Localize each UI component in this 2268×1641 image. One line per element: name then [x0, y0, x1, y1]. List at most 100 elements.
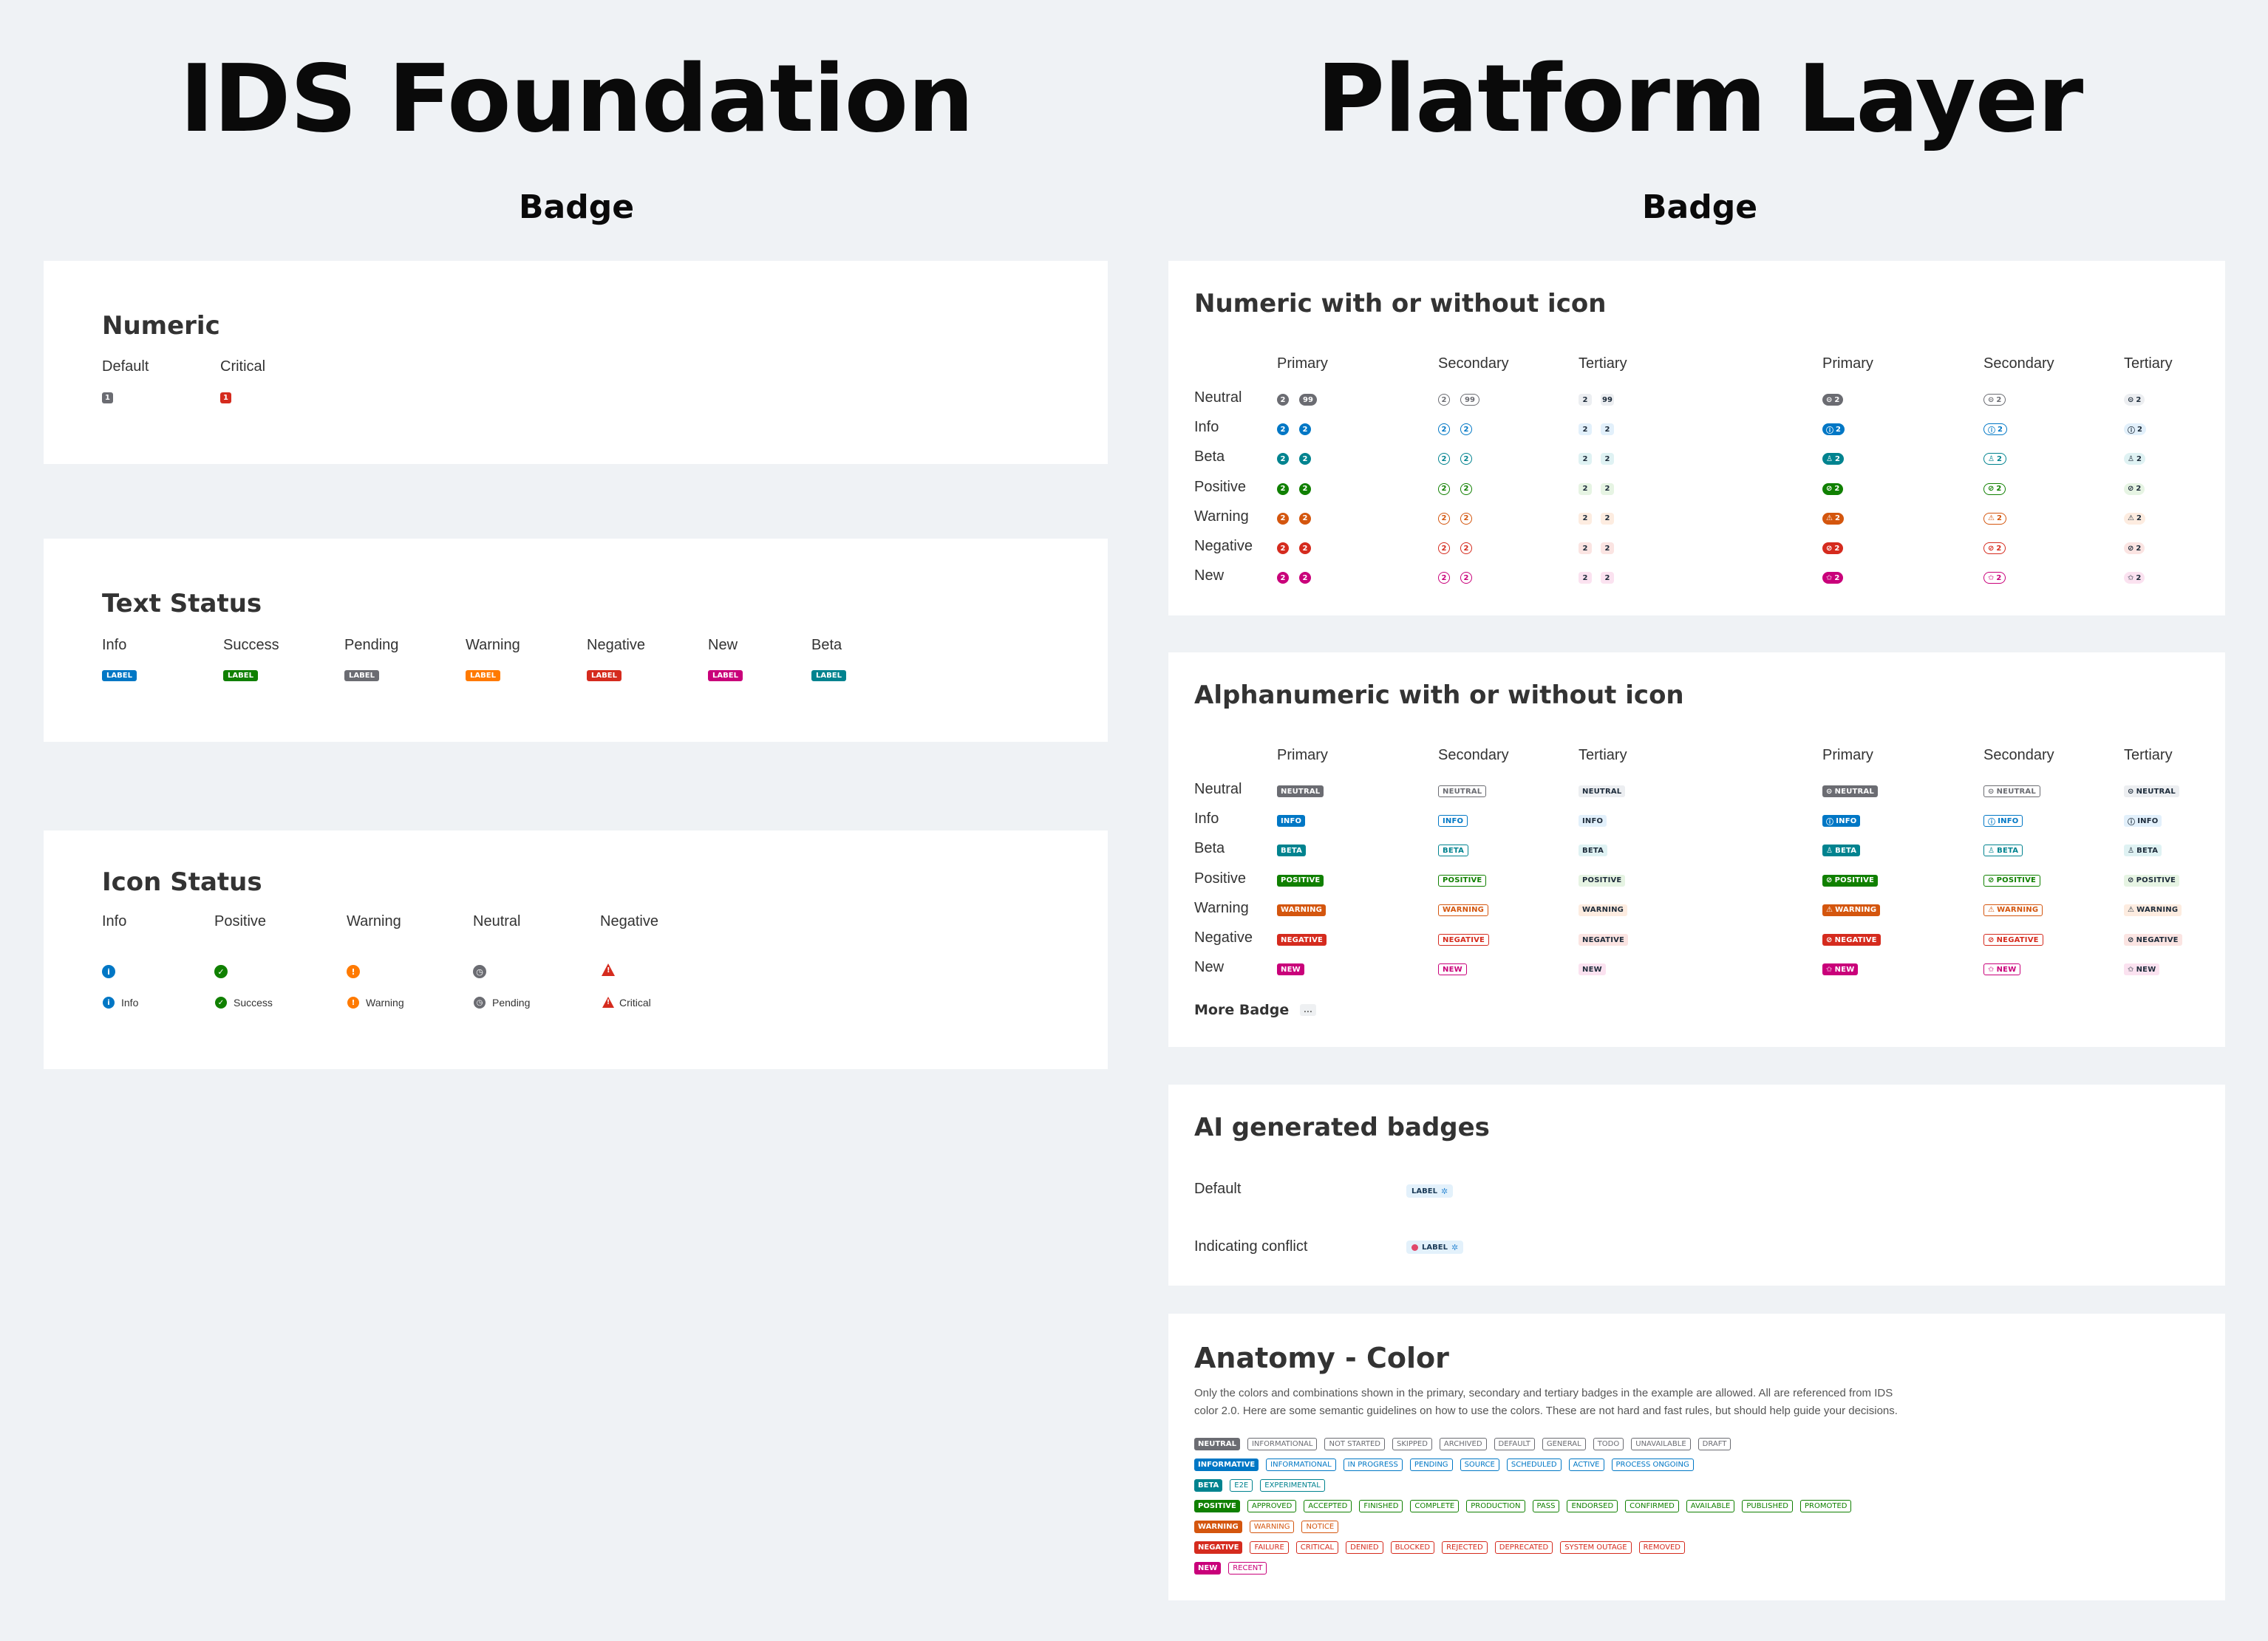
alpha-beta-tertiary-icon-badge-text: BETA [2136, 846, 2159, 855]
positive-icon: ⊘ [1988, 876, 1995, 885]
warning-icon: ⚠ [1988, 514, 1995, 523]
numeric-negative-secondary-badge-2: 2 [1460, 542, 1472, 554]
numeric-warning-secondary-icon-badge-value: 2 [1996, 514, 2002, 523]
more-badge-label: More Badge [1194, 1002, 1290, 1018]
negative-icon: ⊘ [1988, 935, 1995, 944]
numeric-neutral-primary-icon-badge-value: 2 [1834, 395, 1840, 404]
anatomy-info-primary-tag: INFORMATIVE [1194, 1459, 1259, 1471]
anatomy-row-negative: NEGATIVE FAILURE CRITICAL DENIED BLOCKED REJE… [1194, 1541, 1686, 1554]
negative-icon: ⊘ [1826, 544, 1833, 553]
text-status-warning-label: Warning [466, 637, 520, 653]
text-status-pending-label: Pending [344, 637, 399, 653]
exclamation-mark: ! [607, 999, 610, 1006]
numeric-info-primary-badge: 2 [1277, 423, 1289, 436]
anatomy-negative-tag: REMOVED [1638, 1541, 1686, 1554]
numeric-warning-secondary-icon-badge: ⚠ 2 [1983, 512, 2006, 525]
numeric-info-secondary-icon-badge: ⓘ 2 [1983, 423, 2007, 436]
numeric-positive-secondary-icon-badge: ⊘ 2 [1983, 482, 2006, 495]
anatomy-neutral-tag: UNAVAILABLE [1631, 1438, 1691, 1450]
anatomy-description-line-1: Only the colors and combinations shown i… [1194, 1387, 1893, 1399]
text-status-new-badge: LABEL [708, 670, 743, 681]
check-icon: ✓ [215, 997, 227, 1009]
anatomy-row-beta: BETA E2E EXPERIMENTAL [1194, 1479, 1325, 1492]
numeric-neutral-tertiary-icon-badge-value: 2 [2136, 395, 2142, 404]
alpha-info-secondary-icon-badge-text: INFO [1998, 816, 2019, 825]
numeric-new-primary-icon-badge: ✩ 2 [1822, 572, 1844, 584]
alpha-warning-secondary-icon-badge: ⚠ WARNING [1983, 904, 2043, 916]
anatomy-positive-tag: PRODUCTION [1466, 1500, 1525, 1512]
numeric-default-badge: 1 [102, 392, 113, 403]
new-icon: ✩ [1826, 965, 1833, 974]
numeric-beta-primary-badge-2: 2 [1299, 453, 1311, 465]
text-status-title: Text Status [102, 589, 262, 618]
numeric-row-neutral: Neutral [1194, 389, 1242, 406]
numeric-row-positive: Positive [1194, 478, 1247, 495]
numeric-info-tertiary-badge: 2 [1579, 423, 1592, 436]
alpha-positive-secondary-icon-badge-text: POSITIVE [1996, 876, 2037, 885]
anatomy-row-info: INFORMATIVE INFORMATIONAL IN PROGRESS PENDI… [1194, 1459, 1694, 1471]
alpha-new-primary-icon-badge: ✩ NEW [1822, 963, 1859, 976]
alphanumeric-row-beta: Beta [1194, 840, 1225, 857]
numeric-positive-secondary-badge: 2 [1438, 482, 1450, 495]
anatomy-positive-tag: APPROVED [1247, 1500, 1297, 1512]
icon-status-card: Icon Status Info i i Info Positive ✓ ✓ Success W… [44, 830, 1108, 1069]
numeric-negative-tertiary-icon-badge-value: 2 [2136, 544, 2142, 553]
alpha-neutral-secondary-icon-badge: ⊝ NEUTRAL [1983, 785, 2040, 797]
beta-icon: ♙ [1988, 454, 1995, 463]
alpha-neutral-tertiary-icon-badge-text: NEUTRAL [2136, 787, 2176, 796]
info-icon: ⓘ [1988, 818, 1996, 827]
anatomy-info-tag: SCHEDULED [1506, 1459, 1562, 1471]
more-badge[interactable]: ... [1300, 1004, 1316, 1016]
anatomy-new-tag: RECENT [1228, 1562, 1267, 1575]
anatomy-positive-tag: ENDORSED [1567, 1500, 1618, 1512]
platform-numeric-title: Numeric with or without icon [1194, 289, 1607, 318]
numeric-negative-tertiary-badge: 2 [1579, 542, 1592, 554]
exclamation-icon: ! [347, 965, 360, 978]
clock-icon: ◷ [473, 965, 486, 978]
alpha-neutral-tertiary-icon-badge: ⊝ NEUTRAL [2124, 785, 2179, 797]
text-status-negative-label: Negative [587, 637, 645, 653]
alpha-new-tertiary-icon-badge-text: NEW [2136, 965, 2156, 974]
anatomy-neutral-tag: DRAFT [1697, 1438, 1731, 1450]
numeric-new-tertiary-icon-badge-value: 2 [2136, 573, 2142, 582]
icon-status-neutral-text: Pending [492, 997, 531, 1009]
numeric-default-label: Default [102, 358, 149, 375]
alpha-neutral-primary-icon-badge-text: NEUTRAL [1834, 787, 1874, 796]
alpha-positive-secondary-badge: POSITIVE [1438, 874, 1487, 887]
alpha-info-secondary-badge: INFO [1438, 815, 1468, 828]
numeric-positive-primary-badge-2: 2 [1299, 482, 1311, 495]
ai-conflict-badge-text: LABEL [1422, 1243, 1448, 1252]
alpha-positive-tertiary-icon-badge: ⊘ POSITIVE [2124, 874, 2180, 887]
numeric-warning-primary-badge-2: 2 [1299, 512, 1311, 525]
anatomy-row-positive: POSITIVE APPROVED ACCEPTED FINISHED COMPLETE… [1194, 1500, 1852, 1512]
text-status-negative-badge: LABEL [587, 670, 622, 681]
numeric-warning-tertiary-icon-badge: ⚠ 2 [2124, 512, 2145, 525]
anatomy-positive-tag: ACCEPTED [1304, 1500, 1352, 1512]
anatomy-description-line-2: color 2.0. Here are some semantic guidel… [1194, 1405, 1898, 1417]
numeric-new-secondary-badge-2: 2 [1460, 572, 1472, 584]
numeric-info-primary-badge-2: 2 [1299, 423, 1311, 436]
anatomy-neutral-tag: TODO [1593, 1438, 1624, 1450]
exclamation-mark: ! [607, 966, 610, 975]
numeric-new-tertiary-badge-2: 2 [1601, 572, 1614, 584]
numeric-new-secondary-icon-badge: ✩ 2 [1983, 572, 2006, 584]
info-icon: ⓘ [1826, 426, 1833, 435]
text-status-success-label: Success [223, 637, 279, 653]
anatomy-row-warning: WARNING WARNING NOTICE [1194, 1521, 1339, 1533]
numeric-row-beta: Beta [1194, 448, 1225, 465]
neutral-icon: ⊝ [2128, 787, 2134, 796]
new-icon: ✩ [2128, 573, 2134, 582]
neutral-icon: ⊝ [2128, 395, 2134, 404]
text-status-beta-badge: LABEL [811, 670, 846, 681]
text-status-card: Text Status Info LABEL Success LABEL Pending… [44, 539, 1108, 742]
anatomy-warning-primary-tag: WARNING [1194, 1521, 1242, 1533]
numeric-negative-primary-icon-badge-value: 2 [1834, 544, 1840, 553]
alpha-neutral-primary-badge: NEUTRAL [1277, 785, 1324, 797]
numeric-row-warning: Warning [1194, 508, 1249, 525]
anatomy-negative-tag: REJECTED [1442, 1541, 1488, 1554]
alpha-positive-tertiary-icon-badge-text: POSITIVE [2136, 876, 2176, 885]
alpha-warning-tertiary-icon-badge-text: WARNING [2136, 906, 2179, 915]
anatomy-positive-tag: PROMOTED [1800, 1500, 1852, 1512]
anatomy-neutral-tag: DEFAULT [1494, 1438, 1535, 1450]
anatomy-color-title: Anatomy - Color [1194, 1342, 1449, 1374]
